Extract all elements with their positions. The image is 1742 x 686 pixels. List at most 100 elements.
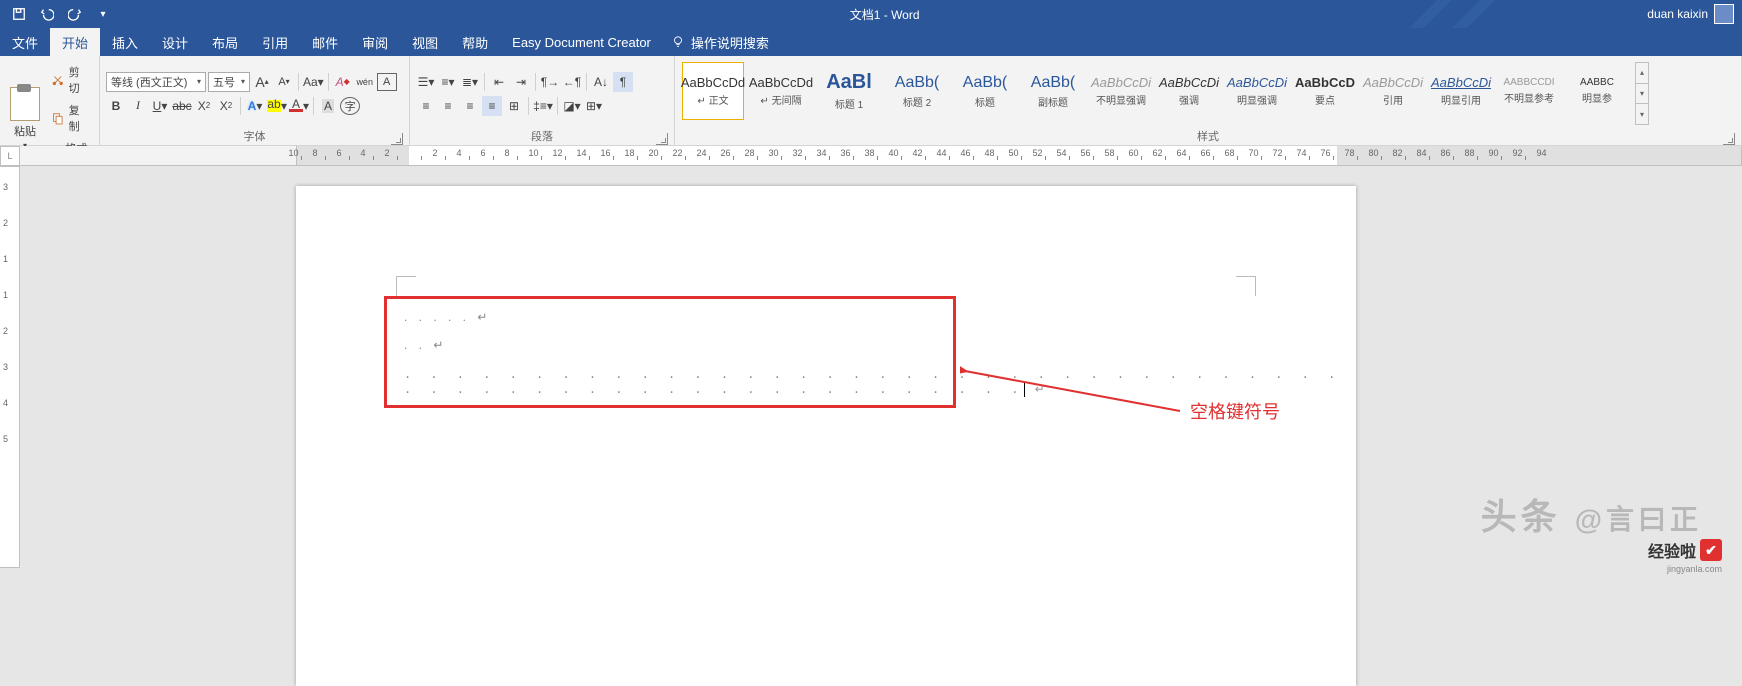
tab-help[interactable]: 帮助 <box>450 28 500 56</box>
title-bar: ▾ 文档1 - Word duan kaixin <box>0 0 1742 28</box>
italic-button[interactable]: I <box>128 96 148 116</box>
align-left-button[interactable]: ≡ <box>416 96 436 116</box>
styles-expand[interactable]: ▾ <box>1636 104 1648 124</box>
font-color-button[interactable]: A▾ <box>289 96 309 116</box>
grow-font-button[interactable]: A▴ <box>252 72 272 92</box>
tell-me-search[interactable]: 操作说明搜索 <box>671 28 769 56</box>
margin-corner-tr <box>1236 276 1256 296</box>
bullets-button[interactable]: ☰▾ <box>416 72 436 92</box>
annotation-label: 空格键符号 <box>1190 398 1280 424</box>
font-name-combo[interactable]: 等线 (西文正文)▾ <box>106 72 206 92</box>
style-要点[interactable]: AaBbCcD要点 <box>1294 62 1356 120</box>
paragraph-dialog-launcher[interactable] <box>656 133 668 145</box>
window-title: 文档1 - Word <box>122 6 1647 23</box>
style-标题[interactable]: AaBb(标题 <box>954 62 1016 120</box>
page[interactable]: . . . . . ↵ . . ↵ . . . . . . . . . . . … <box>296 186 1356 686</box>
ltr-button[interactable]: ¶→ <box>540 72 560 92</box>
font-dialog-launcher[interactable] <box>391 133 403 145</box>
tab-design[interactable]: 设计 <box>150 28 200 56</box>
enclose-characters-button[interactable]: 字 <box>340 97 360 115</box>
user-area[interactable]: duan kaixin <box>1647 4 1742 24</box>
show-marks-button[interactable]: ¶ <box>613 72 633 92</box>
font-size-combo[interactable]: 五号▾ <box>208 72 250 92</box>
superscript-button[interactable]: X2 <box>216 96 236 116</box>
save-button[interactable] <box>8 3 30 25</box>
strikethrough-button[interactable]: abc <box>172 96 192 116</box>
sort-button[interactable]: A↓ <box>591 72 611 92</box>
styles-scroll-down[interactable]: ▾ <box>1636 84 1648 105</box>
watermark-jingyanla: 经验啦 ✔ jingyanla.com <box>1648 538 1722 562</box>
tab-selector[interactable]: L <box>0 146 20 166</box>
style-副标题[interactable]: AaBb(副标题 <box>1022 62 1084 120</box>
qat-customize-button[interactable]: ▾ <box>92 3 114 25</box>
copy-button[interactable]: 复制 <box>48 100 93 136</box>
undo-button[interactable] <box>36 3 58 25</box>
style-标题2[interactable]: AaBb(标题 2 <box>886 62 948 120</box>
style-明显强调[interactable]: AaBbCcDi明显强调 <box>1226 62 1288 120</box>
change-case-button[interactable]: Aa▾ <box>303 72 324 92</box>
ribbon: 粘贴 ▾ 剪切 复制 格式刷 剪贴板 等线 (西文正文)▾ 五号▾ A▴ A▾ … <box>0 56 1742 146</box>
cut-button[interactable]: 剪切 <box>48 62 93 98</box>
clear-formatting-button[interactable]: A◆ <box>333 72 353 92</box>
multilevel-list-button[interactable]: ≣▾ <box>460 72 480 92</box>
tab-layout[interactable]: 布局 <box>200 28 250 56</box>
doc-line-2: . . ↵ <box>404 338 447 353</box>
horizontal-ruler[interactable]: 1086422468101214161820222426283032343638… <box>296 146 1742 166</box>
rtl-button[interactable]: ←¶ <box>562 72 582 92</box>
character-border-button[interactable]: A <box>377 73 397 91</box>
bold-button[interactable]: B <box>106 96 126 116</box>
group-paragraph: ☰▾ ≡▾ ≣▾ ⇤ ⇥ ¶→ ←¶ A↓ ¶ ≡ ≡ ≡ <box>410 56 675 145</box>
paste-button[interactable]: 粘贴 ▾ <box>6 83 44 150</box>
character-shading-button[interactable]: A <box>318 96 338 116</box>
underline-button[interactable]: U▾ <box>150 96 170 116</box>
group-font: 等线 (西文正文)▾ 五号▾ A▴ A▾ Aa▾ A◆ wén A B I U▾… <box>100 56 410 145</box>
style-不明显参考[interactable]: AABBCCDI不明显参考 <box>1498 62 1560 120</box>
decrease-indent-button[interactable]: ⇤ <box>489 72 509 92</box>
align-center-button[interactable]: ≡ <box>438 96 458 116</box>
style-明显引用[interactable]: AaBbCcDi明显引用 <box>1430 62 1492 120</box>
tab-references[interactable]: 引用 <box>250 28 300 56</box>
lightbulb-icon <box>671 35 685 49</box>
shrink-font-button[interactable]: A▾ <box>274 72 294 92</box>
checkmark-icon: ✔ <box>1700 539 1722 561</box>
user-name: duan kaixin <box>1647 7 1708 21</box>
style-↵正文[interactable]: AaBbCcDd↵ 正文 <box>682 62 744 120</box>
shading-button[interactable]: ◪▾ <box>562 96 582 116</box>
style-不明显强调[interactable]: AaBbCcDi不明显强调 <box>1090 62 1152 120</box>
margin-corner-tl <box>396 276 416 296</box>
styles-dialog-launcher[interactable] <box>1723 133 1735 145</box>
styles-group-label: 样式 <box>1197 131 1219 143</box>
style-标题1[interactable]: AaBl标题 1 <box>818 62 880 120</box>
style-强调[interactable]: AaBbCcDi强调 <box>1158 62 1220 120</box>
style-明显参[interactable]: AABBC明显参 <box>1566 62 1628 120</box>
justify-button[interactable]: ≡ <box>482 96 502 116</box>
group-clipboard: 粘贴 ▾ 剪切 复制 格式刷 剪贴板 <box>0 56 100 145</box>
numbering-button[interactable]: ≡▾ <box>438 72 458 92</box>
tab-review[interactable]: 审阅 <box>350 28 400 56</box>
tab-view[interactable]: 视图 <box>400 28 450 56</box>
distribute-button[interactable]: ⊞ <box>504 96 524 116</box>
doc-line-3: . . . . . . . . . . . . . . . . . . . . … <box>404 368 1356 397</box>
scissors-icon <box>51 73 65 87</box>
tab-insert[interactable]: 插入 <box>100 28 150 56</box>
phonetic-guide-button[interactable]: wén <box>355 72 375 92</box>
style-↵无间隔[interactable]: AaBbCcDd↵ 无间隔 <box>750 62 812 120</box>
highlight-button[interactable]: ab▾ <box>267 96 287 116</box>
subscript-button[interactable]: X2 <box>194 96 214 116</box>
tab-mailings[interactable]: 邮件 <box>300 28 350 56</box>
vertical-ruler[interactable]: 32112345 <box>0 166 20 568</box>
text-effects-button[interactable]: A▾ <box>245 96 265 116</box>
redo-button[interactable] <box>64 3 86 25</box>
tab-easy-document-creator[interactable]: Easy Document Creator <box>500 28 663 56</box>
paste-label: 粘贴 <box>14 123 36 139</box>
borders-button[interactable]: ⊞▾ <box>584 96 604 116</box>
tab-file[interactable]: 文件 <box>0 28 50 56</box>
line-spacing-button[interactable]: ‡≡▾ <box>533 96 553 116</box>
user-avatar-icon[interactable] <box>1714 4 1734 24</box>
tab-home[interactable]: 开始 <box>50 28 100 56</box>
style-引用[interactable]: AaBbCcDi引用 <box>1362 62 1424 120</box>
styles-scroll-up[interactable]: ▴ <box>1636 63 1648 84</box>
tell-me-label: 操作说明搜索 <box>691 33 769 52</box>
align-right-button[interactable]: ≡ <box>460 96 480 116</box>
increase-indent-button[interactable]: ⇥ <box>511 72 531 92</box>
